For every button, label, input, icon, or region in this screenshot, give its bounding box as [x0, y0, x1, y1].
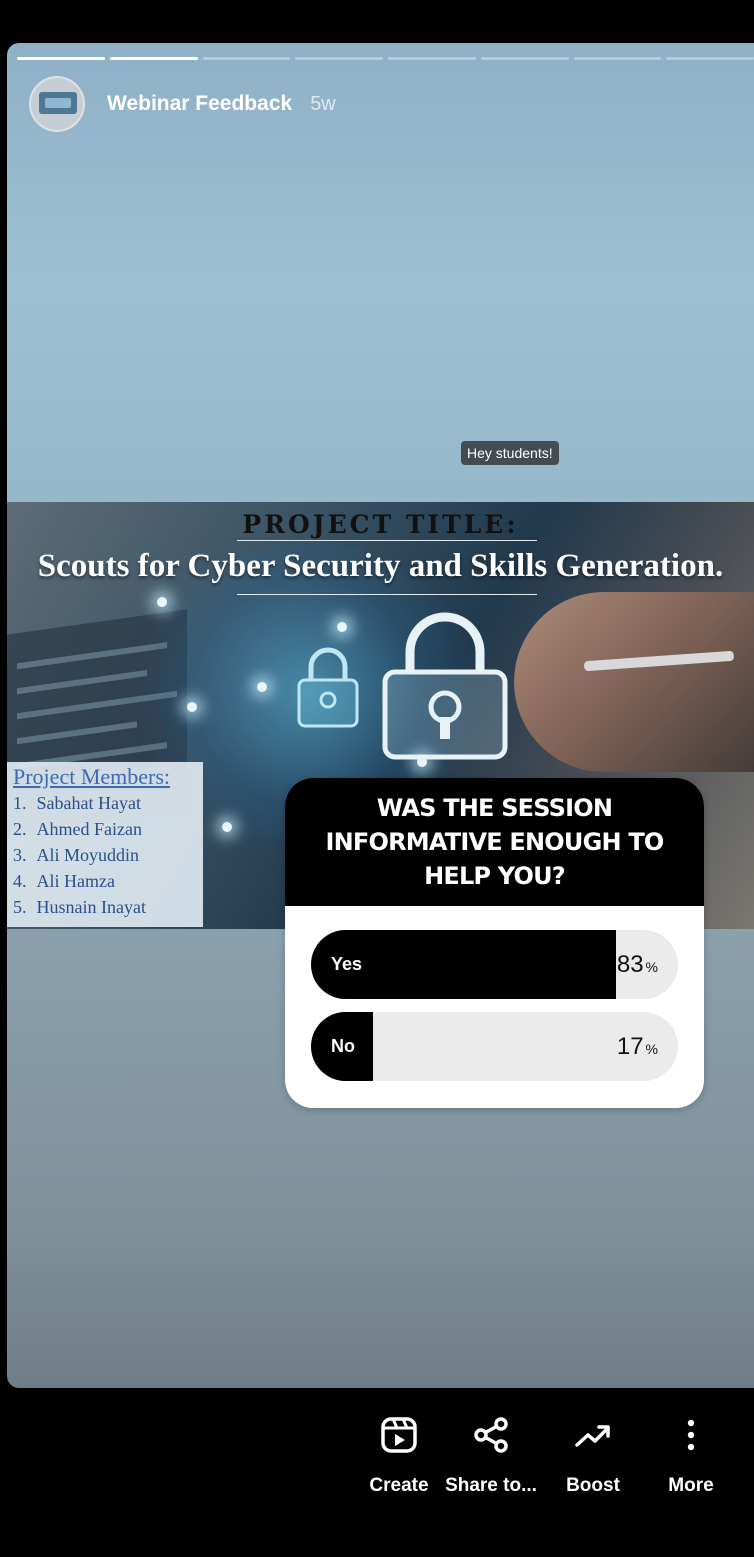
- poll-question: WAS THE SESSION INFORMATIVE ENOUGH TO HE…: [285, 778, 704, 906]
- create-button[interactable]: Create: [349, 1413, 449, 1497]
- project-title-label: PROJECT TITLE:: [242, 510, 519, 539]
- share-icon: [474, 1417, 508, 1453]
- small-padlock-icon: [297, 647, 359, 728]
- more-vertical-icon: [687, 1419, 695, 1451]
- story-timestamp: 5w: [310, 92, 336, 115]
- poll-option-yes[interactable]: Yes 83%: [311, 930, 678, 999]
- story-card[interactable]: Webinar Feedback 5w Hey students! PROJEC…: [7, 43, 754, 1388]
- poll-sticker: WAS THE SESSION INFORMATIVE ENOUGH TO HE…: [285, 778, 704, 1108]
- progress-segment: [573, 57, 662, 60]
- poll-option-no[interactable]: No 17%: [311, 1012, 678, 1081]
- poll-option-percent: 83%: [616, 951, 658, 978]
- create-label: Create: [369, 1475, 429, 1496]
- story-username[interactable]: Webinar Feedback: [107, 92, 292, 116]
- progress-segment: [388, 57, 476, 60]
- avatar[interactable]: [29, 76, 85, 132]
- progress-segment: [480, 57, 569, 60]
- divider: [237, 540, 537, 541]
- poll-option-percent: 17%: [616, 1033, 658, 1060]
- poll-option-label: No: [331, 1036, 355, 1056]
- story-header: Webinar Feedback 5w: [29, 76, 336, 132]
- list-item: 1. Sabahat Hayat: [13, 793, 141, 813]
- reels-icon: [381, 1417, 417, 1453]
- progress-segment: [202, 57, 291, 60]
- more-label: More: [668, 1475, 714, 1496]
- share-to-label: Share to...: [445, 1475, 537, 1496]
- progress-segment: [666, 57, 754, 60]
- list-item: 4. Ali Hamza: [13, 871, 115, 891]
- padlock-icon: [382, 612, 508, 760]
- progress-segment: [109, 57, 198, 60]
- trending-up-icon: [575, 1425, 610, 1447]
- list-item: 2. Ahmed Faizan: [13, 819, 142, 839]
- poll-option-label: Yes: [331, 954, 363, 974]
- members-heading: Project Members:: [13, 764, 171, 789]
- boost-label: Boost: [566, 1475, 620, 1496]
- story-progress-bar: [17, 57, 754, 60]
- progress-segment: [295, 57, 383, 60]
- caption-sticker: Hey students!: [461, 441, 559, 465]
- progress-segment: [17, 57, 105, 60]
- project-members-list: Project Members: 1. Sabahat Hayat 2. Ahmed…: [7, 762, 203, 927]
- list-item: 5. Husnain Inayat: [13, 897, 146, 917]
- story-action-bar: Create Share to... Boost More: [0, 1395, 754, 1535]
- share-to-button[interactable]: Share to...: [441, 1413, 541, 1497]
- divider: [237, 594, 537, 595]
- hand-graphic: [514, 592, 754, 772]
- project-title: Scouts for Cyber Security and Skills Gen…: [37, 548, 724, 584]
- more-button[interactable]: More: [641, 1413, 741, 1497]
- list-item: 3. Ali Moyuddin: [13, 845, 140, 865]
- boost-button[interactable]: Boost: [543, 1413, 643, 1497]
